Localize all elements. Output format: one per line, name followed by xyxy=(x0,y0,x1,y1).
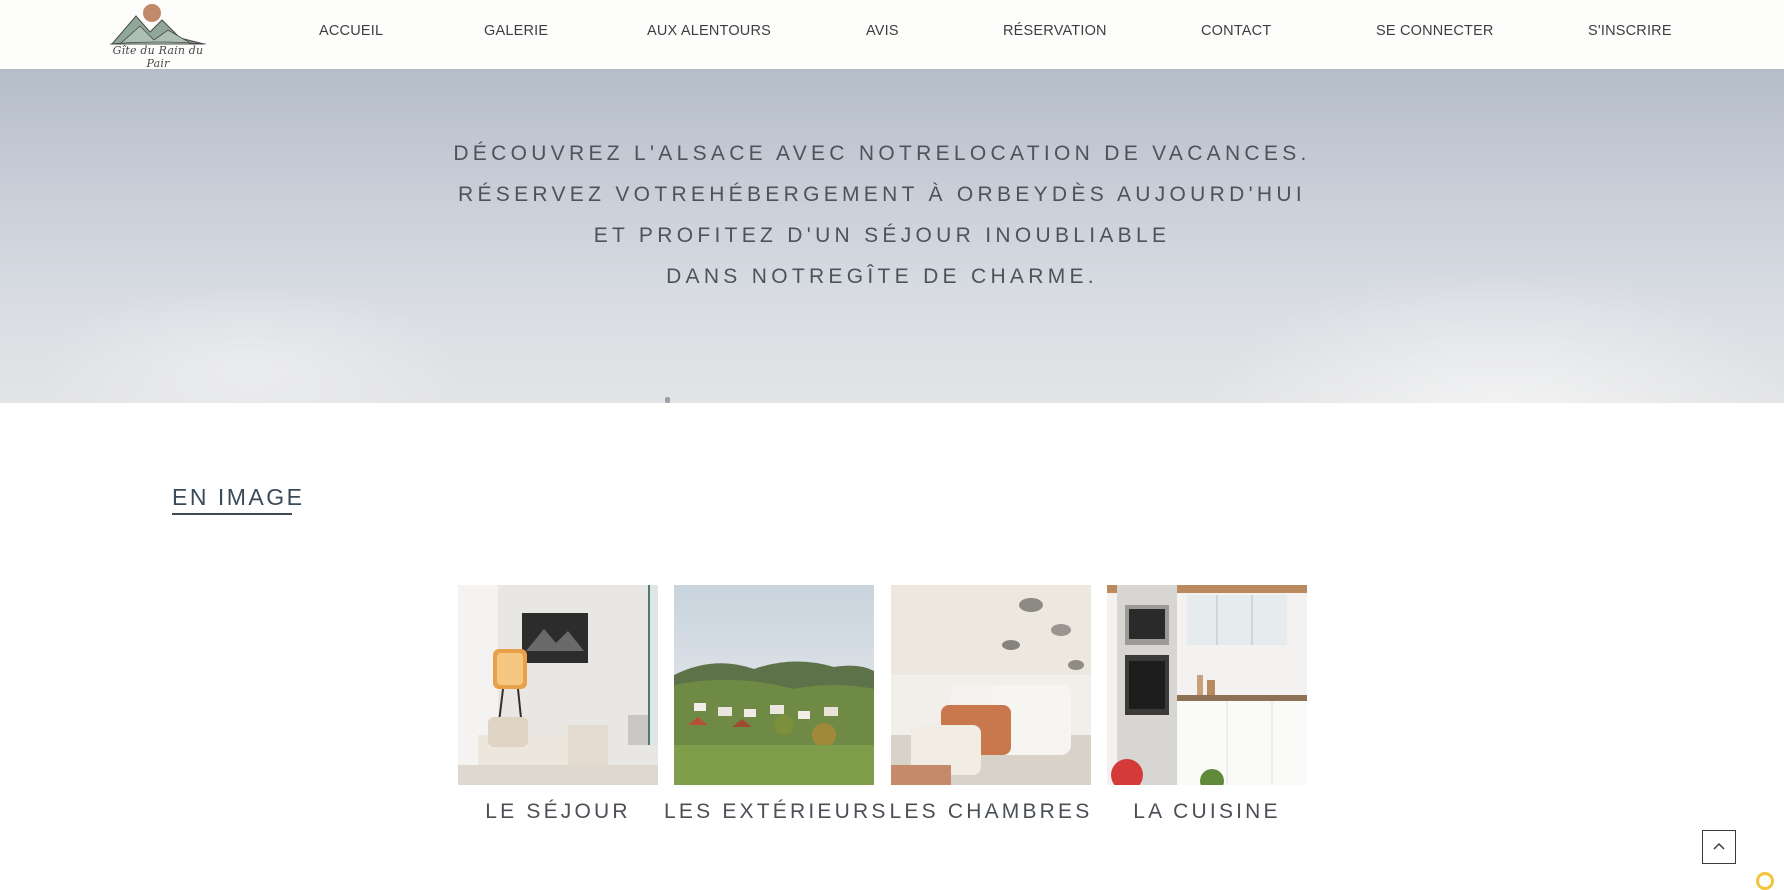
help-widget-icon[interactable] xyxy=(1756,872,1774,890)
nav-aux-alentours[interactable]: AUX ALENTOURS xyxy=(647,23,771,39)
gallery-label-exterieurs: LES EXTÉRIEURS xyxy=(664,800,889,823)
living-room-photo xyxy=(458,585,658,785)
nav-avis[interactable]: AVIS xyxy=(866,23,899,39)
site-header: Gîte du Rain du Pair ACCUEIL GALERIE AUX… xyxy=(0,0,1784,70)
gallery-label-sejour: LE SÉJOUR xyxy=(485,800,631,823)
gallery-label-chambres: LES CHAMBRES xyxy=(889,800,1093,823)
hero-line: ET PROFITEZ D'UN SÉJOUR INOUBLIABLE xyxy=(593,224,1171,247)
bedroom-cushions-photo xyxy=(891,585,1091,785)
chevron-up-icon xyxy=(1713,842,1725,850)
gallery-card-exterieurs[interactable] xyxy=(674,585,874,785)
hero-text: DÉCOUVREZ L'ALSACE AVEC NOTRELOCATION DE… xyxy=(0,133,1764,297)
nav-se-connecter[interactable]: SE CONNECTER xyxy=(1376,23,1494,39)
kitchen-photo xyxy=(1107,585,1307,785)
village-landscape-photo xyxy=(674,585,874,785)
section-underline xyxy=(172,513,292,515)
nav-reservation[interactable]: RÉSERVATION xyxy=(1003,23,1107,39)
scroll-top-button[interactable] xyxy=(1702,830,1736,864)
scroll-indicator xyxy=(665,397,670,403)
nav-contact[interactable]: CONTACT xyxy=(1201,23,1271,39)
site-logo[interactable]: Gîte du Rain du Pair xyxy=(106,2,210,70)
logo-text: Gîte du Rain du Pair xyxy=(112,44,204,70)
mountain-logo-icon xyxy=(109,4,207,45)
gallery-card-chambres[interactable] xyxy=(891,585,1091,785)
section-title: EN IMAGE xyxy=(172,484,305,510)
hero-line: DANS NOTREGÎTE DE CHARME. xyxy=(666,265,1098,288)
nav-accueil[interactable]: ACCUEIL xyxy=(319,23,383,39)
gallery-card-sejour[interactable] xyxy=(458,585,658,785)
hero-banner: DÉCOUVREZ L'ALSACE AVEC NOTRELOCATION DE… xyxy=(0,69,1784,403)
nav-s-inscrire[interactable]: S'INSCRIRE xyxy=(1588,23,1672,39)
hero-line: RÉSERVEZ VOTREHÉBERGEMENT À ORBEYDÈS AUJ… xyxy=(458,183,1306,206)
gallery-label-cuisine: LA CUISINE xyxy=(1133,800,1281,823)
nav-galerie[interactable]: GALERIE xyxy=(484,23,548,39)
hero-line: DÉCOUVREZ L'ALSACE AVEC NOTRELOCATION DE… xyxy=(453,142,1311,165)
gallery-card-cuisine[interactable] xyxy=(1107,585,1307,785)
